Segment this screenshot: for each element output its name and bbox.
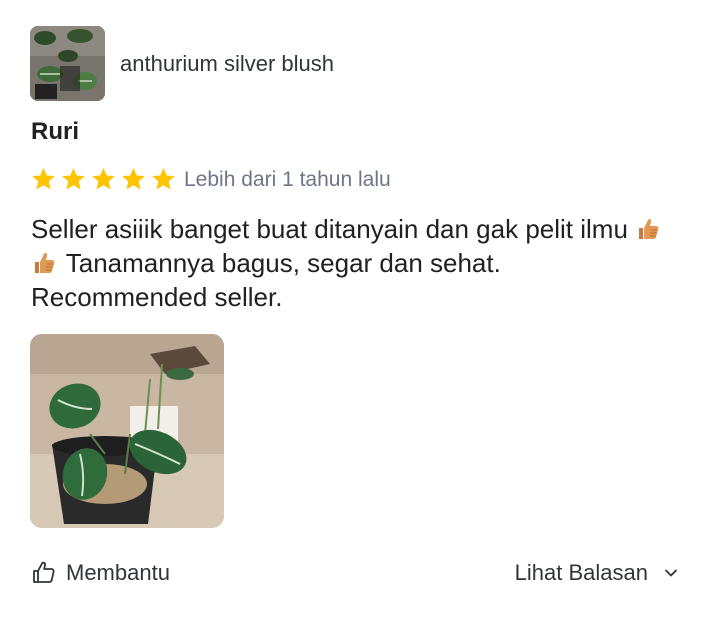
reviewer-name: Ruri [31, 118, 79, 145]
star-icon [32, 168, 55, 190]
product-thumbnail[interactable] [30, 26, 105, 101]
view-replies-button[interactable]: Lihat Balasan [515, 560, 680, 586]
review-text-part2: Tanamannya bagus, segar dan sehat. Recom… [31, 248, 501, 312]
star-icon [92, 168, 115, 190]
thumbs-up-outline-icon [33, 561, 55, 583]
review-text: Seller asiiik banget buat ditanyain dan … [31, 212, 671, 314]
chevron-down-icon [665, 569, 677, 577]
rating-row: Lebih dari 1 tahun lalu [30, 166, 391, 193]
star-icon [152, 168, 175, 190]
thumbs-up-emoji [635, 216, 661, 242]
star-rating [30, 166, 177, 193]
star-icon [122, 168, 145, 190]
product-name[interactable]: anthurium silver blush [120, 51, 334, 77]
view-replies-label: Lihat Balasan [514, 560, 648, 585]
review-time: Lebih dari 1 tahun lalu [184, 167, 391, 191]
helpful-button[interactable]: Membantu [31, 560, 170, 586]
helpful-label: Membantu [66, 560, 170, 585]
review-photo[interactable] [30, 334, 224, 528]
star-icon [62, 168, 85, 190]
thumbs-up-emoji [31, 250, 57, 276]
review-text-part1: Seller asiiik banget buat ditanyain dan … [31, 214, 636, 244]
product-row[interactable]: anthurium silver blush [30, 26, 334, 101]
review-footer: Membantu Lihat Balasan [31, 560, 680, 586]
